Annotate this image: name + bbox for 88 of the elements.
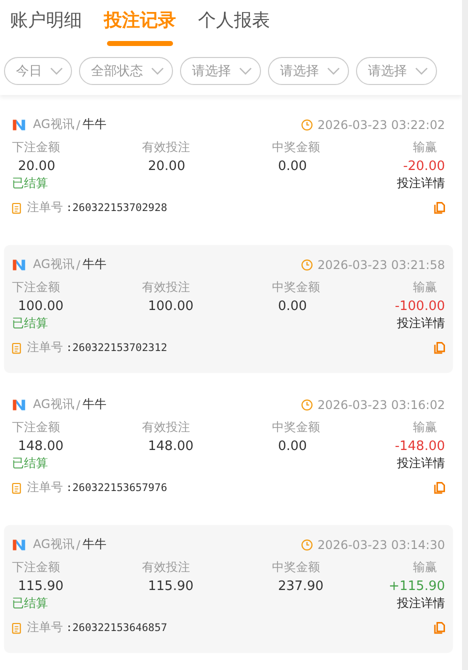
status-label: 已结算 (12, 175, 48, 192)
chevron-down-icon (327, 67, 340, 75)
status-label: 已结算 (12, 595, 48, 612)
bet-details-link[interactable]: 投注详情 (397, 175, 445, 192)
logo-icon (12, 398, 26, 412)
separator: / (76, 258, 80, 272)
game-name: 牛牛 (82, 396, 106, 413)
column-label: 下注金额 (12, 279, 61, 296)
column-label: 输赢 (412, 559, 438, 576)
bet-details-link[interactable]: 投注详情 (397, 315, 445, 332)
clipboard-icon (12, 202, 21, 214)
bet-time: 2026-03-23 03:16:02 (318, 398, 445, 412)
logo-icon (12, 258, 26, 272)
platform-name: AG视讯 (33, 536, 74, 553)
win-loss-amount: -148.00 (394, 439, 445, 454)
tab[interactable]: 个人报表 (198, 8, 270, 46)
game-name: 牛牛 (82, 116, 106, 133)
chevron-down-icon (239, 67, 252, 75)
column-label: 输赢 (412, 139, 438, 156)
order-number-label: 注单号 (27, 339, 63, 356)
column-label: 有效投注 (142, 279, 191, 296)
valid-bet: 100.00 (147, 299, 194, 314)
logo-icon (12, 118, 26, 132)
game-name: 牛牛 (82, 256, 106, 273)
logo-icon (12, 538, 26, 552)
valid-bet: 148.00 (147, 439, 194, 454)
chevron-down-icon (415, 67, 428, 75)
column-label: 下注金额 (12, 559, 61, 576)
bet-time: 2026-03-23 03:22:02 (318, 118, 445, 132)
separator: / (76, 398, 80, 412)
platform-name: AG视讯 (33, 116, 74, 133)
clipboard-icon (12, 482, 21, 494)
valid-bet: 20.00 (147, 159, 186, 174)
column-label: 有效投注 (142, 139, 191, 156)
bet-amount: 115.90 (17, 579, 64, 594)
valid-bet: 115.90 (147, 579, 194, 594)
separator: / (76, 118, 80, 132)
platform-name: AG视讯 (33, 256, 74, 273)
bet-time: 2026-03-23 03:14:30 (318, 538, 445, 552)
platform-name: AG视讯 (33, 396, 74, 413)
chevron-down-icon (151, 67, 164, 75)
separator: / (76, 538, 80, 552)
column-label: 输赢 (412, 279, 438, 296)
payout-amount: 237.90 (277, 579, 324, 594)
tab[interactable]: 账户明细 (10, 8, 82, 46)
column-label: 有效投注 (142, 419, 191, 436)
order-number-label: 注单号 (27, 619, 63, 636)
column-label: 输赢 (412, 419, 438, 436)
payout-amount: 0.00 (277, 299, 308, 314)
copy-icon[interactable] (434, 342, 445, 354)
clock-icon (300, 398, 313, 410)
win-loss-amount: +115.90 (388, 579, 445, 594)
chevron-down-icon (50, 67, 63, 75)
copy-icon[interactable] (434, 622, 445, 634)
bet-details-link[interactable]: 投注详情 (397, 595, 445, 612)
payout-amount: 0.00 (277, 439, 308, 454)
bet-details-link[interactable]: 投注详情 (397, 455, 445, 472)
column-label: 中奖金额 (272, 279, 321, 296)
win-loss-amount: -20.00 (402, 159, 445, 174)
bet-amount: 100.00 (17, 299, 64, 314)
clock-icon (300, 538, 313, 550)
column-label: 下注金额 (12, 139, 61, 156)
clipboard-icon (12, 622, 21, 634)
column-label: 下注金额 (12, 419, 61, 436)
status-label: 已结算 (12, 315, 48, 332)
order-number: :260322153702928 (66, 202, 168, 214)
status-label: 已结算 (12, 455, 48, 472)
order-number: :260322153657976 (66, 482, 168, 494)
win-loss-amount: -100.00 (394, 299, 445, 314)
copy-icon[interactable] (434, 202, 445, 214)
bet-time: 2026-03-23 03:21:58 (318, 258, 445, 272)
order-number: :260322153702312 (66, 342, 168, 354)
game-name: 牛牛 (82, 536, 106, 553)
order-number: :260322153646857 (66, 622, 168, 634)
bet-amount: 20.00 (17, 159, 56, 174)
order-number-label: 注单号 (27, 199, 63, 216)
clock-icon (300, 118, 313, 130)
tab-underline (107, 41, 173, 46)
column-label: 中奖金额 (272, 419, 321, 436)
column-label: 有效投注 (142, 559, 191, 576)
copy-icon[interactable] (434, 482, 445, 494)
column-label: 中奖金额 (272, 559, 321, 576)
clipboard-icon (12, 342, 21, 354)
payout-amount: 0.00 (277, 159, 308, 174)
order-number-label: 注单号 (27, 479, 63, 496)
column-label: 中奖金额 (272, 139, 321, 156)
clock-icon (300, 258, 313, 270)
bet-amount: 148.00 (17, 439, 64, 454)
